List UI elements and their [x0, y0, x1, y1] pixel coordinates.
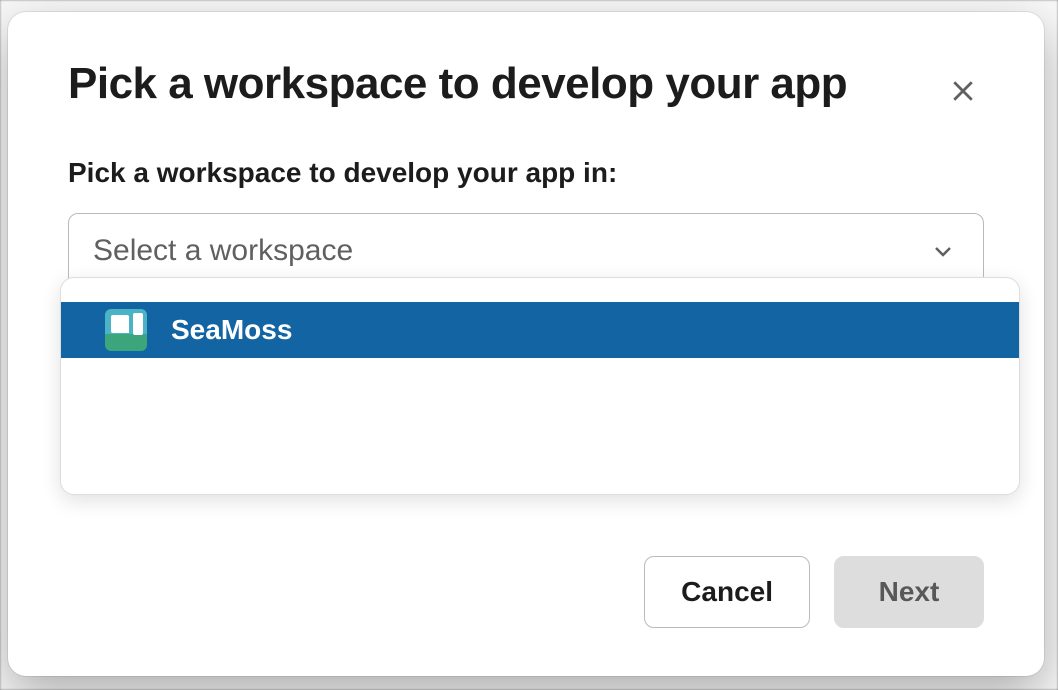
chevron-down-icon [931, 239, 955, 263]
workspace-select-placeholder: Select a workspace [93, 234, 353, 268]
close-button[interactable] [942, 70, 984, 115]
modal-footer: Cancel Next [8, 556, 1044, 676]
close-icon [948, 76, 978, 106]
workspace-field-label: Pick a workspace to develop your app in: [68, 157, 984, 189]
workspace-picker-modal: Pick a workspace to develop your app Pic… [8, 12, 1044, 676]
workspace-option-label: SeaMoss [171, 314, 292, 346]
modal-title: Pick a workspace to develop your app [68, 60, 847, 108]
next-button[interactable]: Next [834, 556, 984, 628]
cancel-button[interactable]: Cancel [644, 556, 810, 628]
workspace-option-seamoss[interactable]: SeaMoss [61, 302, 1019, 358]
workspace-icon [105, 309, 147, 351]
modal-body: Pick a workspace to develop your app in:… [8, 115, 1044, 556]
workspace-select-wrapper: Select a workspace SeaMoss [68, 213, 984, 289]
modal-header: Pick a workspace to develop your app [8, 12, 1044, 115]
workspace-dropdown-panel: SeaMoss [60, 277, 1020, 495]
